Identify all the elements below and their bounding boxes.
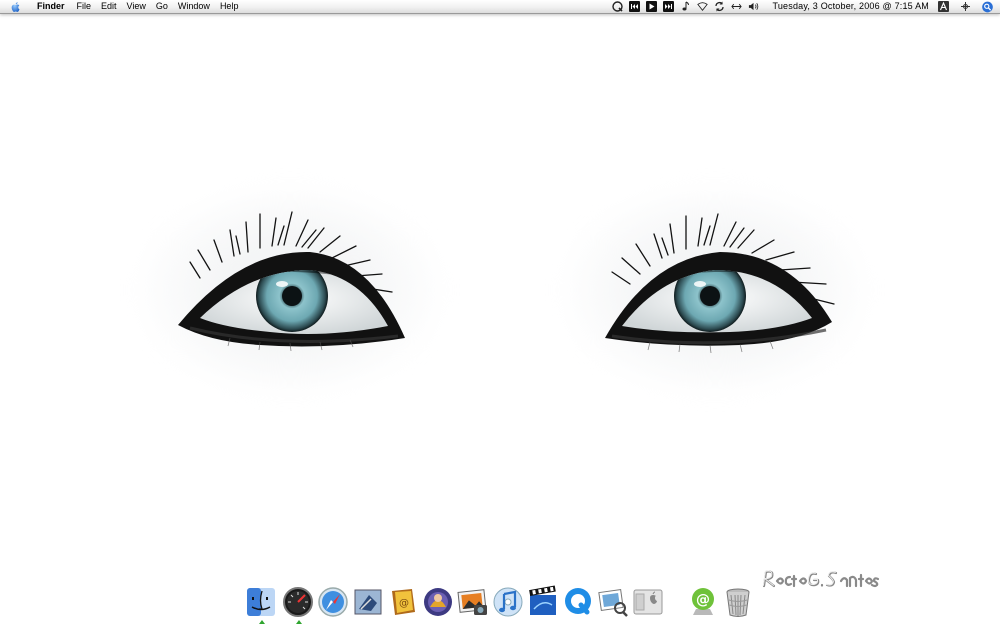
imovie-icon	[529, 585, 556, 615]
system-preferences-icon	[633, 589, 663, 615]
menu-view[interactable]: View	[122, 0, 151, 13]
next-track-icon[interactable]	[663, 1, 675, 12]
dock-preview[interactable]	[596, 585, 630, 619]
spaces-icon[interactable]	[960, 1, 971, 12]
at-sign-icon: @	[692, 588, 714, 615]
svg-text:@: @	[696, 592, 710, 608]
menu-window[interactable]: Window	[173, 0, 215, 13]
itunes-icon	[493, 587, 523, 617]
dock-address-book[interactable]: @	[386, 585, 420, 619]
spotlight-icon[interactable]	[982, 1, 993, 12]
finder-icon	[247, 588, 275, 616]
quicktime-icon	[565, 588, 591, 615]
running-indicator	[296, 620, 302, 624]
wallpaper-signature	[760, 566, 880, 596]
dock-itunes[interactable]	[491, 585, 525, 619]
menu-bar: Finder File Edit View Go Window Help Tue…	[0, 0, 1000, 14]
running-indicator	[259, 620, 265, 624]
ichat-icon	[424, 588, 452, 616]
svg-text:@: @	[399, 598, 409, 609]
dock-trash[interactable]	[721, 585, 755, 619]
dock-mail-stack[interactable]: @	[686, 585, 720, 619]
dock-finder[interactable]	[244, 585, 278, 624]
dock-safari[interactable]	[316, 585, 350, 619]
menu-edit[interactable]: Edit	[96, 0, 122, 13]
iphoto-icon	[457, 589, 487, 615]
play-icon[interactable]	[646, 1, 658, 12]
mail-icon	[354, 589, 382, 615]
right-eye-image	[605, 213, 835, 354]
dock-quicktime[interactable]	[561, 585, 595, 619]
dock-system-preferences[interactable]	[631, 585, 665, 619]
menu-app-finder[interactable]: Finder	[32, 0, 70, 13]
trash-icon	[726, 588, 750, 617]
apple-logo-icon[interactable]	[10, 1, 22, 13]
menubar-clock[interactable]: Tuesday, 3 October, 2006 @ 7:15 AM	[772, 0, 929, 13]
dock-dashboard[interactable]	[281, 585, 315, 624]
sync-icon[interactable]	[714, 1, 725, 12]
arrows-icon[interactable]	[731, 1, 743, 12]
quicksilver-icon[interactable]	[612, 1, 624, 12]
dock-iphoto[interactable]	[456, 585, 490, 619]
dock: @ @	[244, 585, 764, 624]
preview-icon	[598, 588, 628, 617]
dock-mail[interactable]	[351, 585, 385, 619]
music-note-icon[interactable]	[680, 1, 691, 12]
previous-track-icon[interactable]	[629, 1, 641, 12]
dock-ichat[interactable]	[421, 585, 455, 619]
dock-imovie[interactable]	[526, 585, 560, 619]
menu-go[interactable]: Go	[151, 0, 173, 13]
menu-help[interactable]: Help	[215, 0, 244, 13]
volume-icon[interactable]	[748, 1, 759, 12]
left-eye-image	[178, 211, 405, 352]
dashboard-icon	[283, 587, 313, 617]
safari-icon	[318, 587, 348, 617]
input-menu-icon[interactable]	[938, 1, 949, 12]
airport-wifi-icon[interactable]	[697, 1, 709, 12]
menu-file[interactable]: File	[72, 0, 97, 13]
address-book-icon: @	[392, 589, 415, 615]
